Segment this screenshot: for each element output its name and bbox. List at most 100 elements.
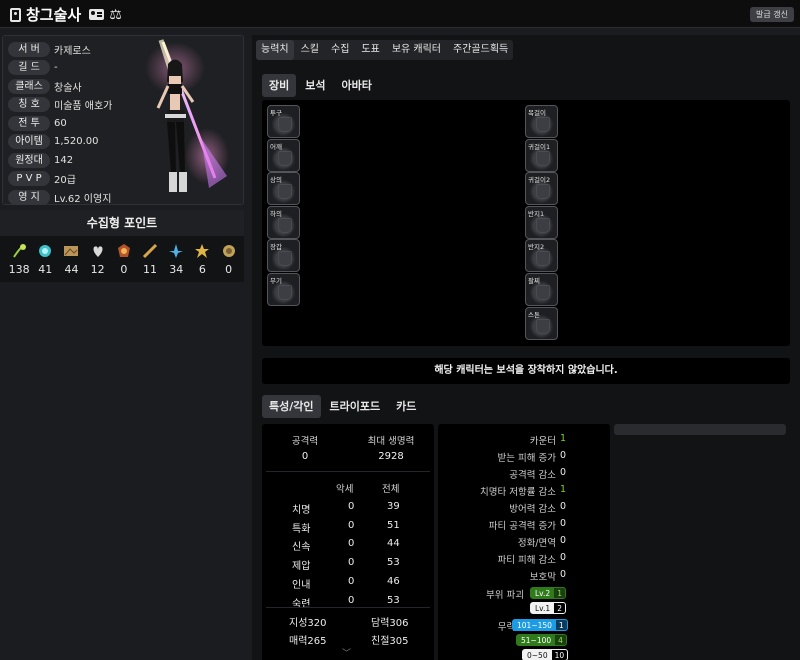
collect-point-item[interactable]: 11: [137, 242, 163, 276]
effect-label: 공격력 감소: [509, 470, 556, 481]
slot-label: 팔찌: [528, 277, 540, 285]
collect-point-value: 0: [120, 263, 128, 276]
collect-point-item[interactable]: 41: [32, 242, 58, 276]
accessory-slot[interactable]: 귀걸이2: [525, 172, 558, 206]
engraving-tabs: 특성/각인 트라이포드 카드: [262, 395, 423, 418]
tendency-value: 306: [389, 618, 409, 629]
collect-points-title: 수집형 포인트: [0, 210, 244, 236]
chevron-down-icon[interactable]: ﹀: [342, 646, 351, 659]
top-bar: 창그술사 ⚖ 발급 갱신: [0, 0, 800, 28]
combat-stat-name: 인내: [292, 579, 311, 591]
tier-badge: 0~50 10: [522, 649, 569, 660]
tier-badge: Lv.2 1: [530, 587, 566, 599]
collect-point-item[interactable]: 34: [163, 242, 189, 276]
orpheus-star-icon: [189, 242, 215, 260]
collect-point-value: 11: [143, 263, 158, 276]
accessory-slot[interactable]: 반지2: [525, 239, 558, 273]
collect-point-value: 12: [90, 263, 105, 276]
collect-point-item[interactable]: 12: [85, 242, 111, 276]
main-tab-1[interactable]: 스킬: [296, 40, 324, 60]
equipment-slot[interactable]: 하의: [267, 205, 300, 239]
equipment-slot[interactable]: 투구: [267, 105, 300, 138]
engraving-tab-2[interactable]: 카드: [389, 395, 423, 418]
effect-label: 파티 피해 감소: [497, 555, 556, 566]
profile-label: 전 투: [8, 115, 50, 131]
main-tab-4[interactable]: 보유 캐릭터: [387, 40, 446, 60]
refresh-button[interactable]: 발급 갱신: [750, 7, 794, 22]
equipment-tab-0[interactable]: 장비: [262, 74, 297, 97]
collect-point-item[interactable]: 6: [189, 242, 215, 276]
accessory-slot[interactable]: 팔찌: [525, 273, 558, 306]
character-name: 창그술사: [26, 6, 82, 24]
accessory-column-header: 악세: [336, 484, 354, 495]
collect-point-item[interactable]: 44: [58, 242, 84, 276]
tier-label: Lv.1: [535, 604, 551, 613]
effect-value: 0: [560, 501, 567, 512]
tier-label: Lv.2: [535, 589, 551, 598]
profile-row: 영 지 Lv.62 이영지: [8, 189, 111, 205]
profile-value: 20급: [54, 175, 76, 186]
profile-label: 원정대: [8, 152, 50, 168]
island-heart-icon: [32, 242, 58, 260]
accessory-slot[interactable]: 스톤: [525, 306, 558, 340]
collect-point-value: 34: [169, 263, 184, 276]
accessory-slot[interactable]: 귀걸이1: [525, 138, 558, 172]
profile-value: 1,520.00: [54, 136, 99, 147]
accessory-slot[interactable]: 목걸이: [525, 105, 558, 138]
slot-label: 장갑: [270, 243, 282, 252]
effect-tier-row: 무력화 101~150 1: [438, 619, 610, 633]
accessory-slot[interactable]: 반지1: [525, 205, 558, 239]
combat-stat-accessory: 0: [348, 538, 355, 550]
tendency-value: 265: [307, 636, 327, 647]
combat-stat-accessory: 0: [348, 501, 355, 512]
effect-label: 파티 공격력 증가: [488, 521, 556, 532]
gem-empty-message: 해당 캐릭터는 보석을 장착하지 않았습니다.: [262, 358, 790, 384]
equipment-slot[interactable]: 어깨: [267, 138, 300, 172]
profile-value: 카제로스: [54, 45, 91, 57]
effect-label: 보호막: [529, 572, 556, 583]
main-tab-5[interactable]: 주간골드획득: [448, 40, 513, 60]
scale-icon[interactable]: ⚖: [109, 8, 122, 22]
effect-row: 정화/면역 0: [438, 535, 610, 549]
profile-row: P V P 20급: [8, 171, 76, 187]
profile-label: P V P: [8, 171, 50, 186]
collect-point-item[interactable]: 138: [6, 242, 32, 276]
combat-stat-total: 53: [387, 594, 400, 606]
combat-stat-name: 제압: [292, 561, 311, 573]
masterpiece-icon: [58, 242, 84, 260]
equipment-tab-1[interactable]: 보석: [298, 74, 332, 97]
character-portrait: [115, 38, 243, 204]
engraving-tab-0[interactable]: 특성/각인: [262, 395, 321, 418]
combat-stat-row: 인내 0 46: [262, 575, 434, 591]
effect-value: 1: [560, 484, 567, 495]
effect-row: 공격력 감소 0: [438, 467, 610, 481]
profile-row: 클래스 창술사: [8, 78, 82, 94]
bookmark-icon[interactable]: [10, 7, 21, 22]
engraving-tab-1[interactable]: 트라이포드: [323, 395, 388, 418]
profile-value: 60: [54, 117, 67, 129]
combat-stat-total: 39: [387, 501, 400, 512]
combat-stat-accessory: 0: [348, 519, 355, 531]
main-tab-0[interactable]: 능력치: [256, 40, 294, 60]
effect-value: 1: [560, 433, 567, 444]
main-tab-2[interactable]: 수집: [326, 40, 354, 60]
divider: [266, 471, 430, 472]
character-title: 창그술사 ⚖: [10, 4, 122, 25]
main-tab-3[interactable]: 도표: [356, 40, 384, 60]
collect-point-value: 0: [225, 263, 233, 276]
profile-label: 클래스: [8, 78, 50, 94]
equipment-slot[interactable]: 장갑: [267, 239, 300, 273]
effect-row: 방어력 감소 0: [438, 501, 610, 515]
tier-badge: 101~150 1: [512, 619, 568, 631]
equipment-slot[interactable]: 상의: [267, 172, 300, 206]
effect-row: 카운터 1: [438, 433, 610, 447]
equipment-slot[interactable]: 무기: [267, 273, 300, 306]
id-card-icon[interactable]: [89, 9, 105, 20]
profile-value: 미술품 애호가: [54, 101, 113, 112]
equipment-tab-2[interactable]: 아바타: [335, 74, 379, 97]
collect-point-item[interactable]: 0: [111, 242, 137, 276]
combat-stat-accessory: 0: [348, 575, 355, 587]
effect-value: 0: [560, 552, 567, 563]
collect-point-item[interactable]: 0: [216, 242, 242, 276]
combat-stat-row: 치명 0 39: [262, 501, 434, 516]
